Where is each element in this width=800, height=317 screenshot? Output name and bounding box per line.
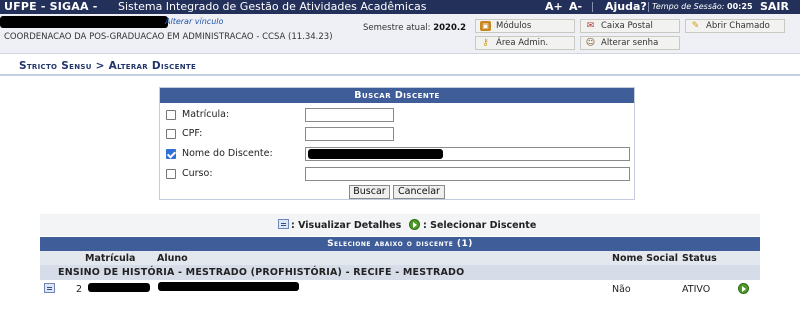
search-form-title: Buscar Discente bbox=[160, 88, 634, 103]
system-name: Sistema Integrado de Gestão de Atividade… bbox=[118, 0, 427, 13]
session-time: 00:25 bbox=[727, 2, 753, 11]
mailbox-icon: ✉ bbox=[586, 21, 595, 31]
cancelar-button[interactable]: Cancelar bbox=[393, 185, 445, 199]
coordination-unit: COORDENACAO DA POS-GRADUACAO EM ADMINIST… bbox=[4, 32, 333, 42]
course-group-row: ENSINO DE HISTÓRIA - MESTRADO (PROFHISTÓ… bbox=[40, 265, 760, 280]
user-key-icon: ☺ bbox=[585, 38, 596, 48]
semester-label: Semestre atual: bbox=[363, 23, 431, 33]
logout-button[interactable]: SAIR bbox=[760, 0, 789, 14]
current-semester: Semestre atual: 2020.2 bbox=[363, 23, 466, 33]
matricula-label: Matrícula: bbox=[182, 109, 230, 120]
user-info-band: Alterar vínculo COORDENACAO DA POS-GRADU… bbox=[0, 14, 800, 54]
redacted-student-name bbox=[158, 282, 299, 291]
modulos-label: Módulos bbox=[496, 21, 532, 31]
details-icon bbox=[44, 283, 55, 293]
abrir-chamado-button[interactable]: ✎ Abrir Chamado bbox=[685, 19, 785, 33]
session-timer: Tempo de Sessão: 00:25 bbox=[652, 0, 753, 14]
redacted-user-name bbox=[0, 16, 168, 28]
icon-legend: : Visualizar Detalhes : Selecionar Disce… bbox=[40, 214, 760, 236]
cpf-label: CPF: bbox=[182, 128, 203, 139]
help-link[interactable]: Ajuda? bbox=[605, 0, 647, 14]
nome-discente-label: Nome do Discente: bbox=[182, 148, 273, 159]
row-matricula-prefix: 2 bbox=[76, 284, 83, 295]
legend-selecionar-label: : Selecionar Discente bbox=[423, 220, 537, 231]
caixa-postal-label: Caixa Postal bbox=[601, 21, 653, 31]
search-form: Buscar Discente Matrícula: CPF: Nome do … bbox=[159, 87, 635, 200]
page-title-breadcrumb: Stricto Sensu > Alterar Discente bbox=[19, 60, 197, 72]
nome-discente-checkbox[interactable] bbox=[166, 149, 176, 159]
breadcrumb-divider bbox=[0, 74, 800, 76]
caixa-postal-button[interactable]: ✉ Caixa Postal bbox=[580, 19, 680, 33]
results-header-row: Matrícula Aluno Nome Social Status bbox=[40, 251, 760, 265]
table-row: 2 Não ATIVO bbox=[40, 280, 760, 297]
alterar-senha-label: Alterar senha bbox=[601, 38, 659, 48]
area-admin-label: Área Admin. bbox=[496, 38, 549, 48]
view-details-button[interactable] bbox=[44, 283, 57, 295]
row-status: ATIVO bbox=[682, 284, 711, 295]
abrir-chamado-label: Abrir Chamado bbox=[706, 21, 770, 31]
col-status: Status bbox=[682, 253, 717, 264]
alterar-vinculo-link[interactable]: Alterar vínculo bbox=[165, 17, 223, 26]
cpf-input[interactable] bbox=[305, 127, 394, 141]
results-table: Selecione abaixo o discente (1) Matrícul… bbox=[40, 237, 760, 297]
row-nome-social: Não bbox=[612, 284, 631, 295]
redacted-matricula bbox=[88, 283, 150, 292]
details-icon bbox=[278, 219, 289, 229]
select-arrow-icon bbox=[738, 283, 749, 294]
legend-detalhes: : Visualizar Detalhes bbox=[278, 219, 401, 231]
select-student-button[interactable] bbox=[738, 283, 752, 295]
cpf-checkbox[interactable] bbox=[166, 129, 176, 139]
matricula-input[interactable] bbox=[305, 108, 394, 122]
course-group-label: ENSINO DE HISTÓRIA - MESTRADO (PROFHISTÓ… bbox=[58, 267, 465, 278]
results-title: Selecione abaixo o discente (1) bbox=[40, 237, 760, 251]
legend-selecionar: : Selecionar Discente bbox=[409, 219, 536, 231]
nome-discente-input[interactable] bbox=[305, 147, 630, 161]
divider bbox=[648, 2, 649, 12]
alterar-senha-button[interactable]: ☺ Alterar senha bbox=[580, 36, 680, 50]
top-bar: UFPE - SIGAA - Sistema Integrado de Gest… bbox=[0, 0, 800, 14]
area-admin-button[interactable]: ⚷ Área Admin. bbox=[475, 36, 575, 50]
system-acronym: UFPE - SIGAA - bbox=[4, 0, 98, 13]
select-arrow-icon bbox=[409, 219, 420, 230]
session-label: Tempo de Sessão: bbox=[652, 2, 725, 11]
semester-value: 2020.2 bbox=[433, 23, 467, 33]
curso-label: Curso: bbox=[182, 168, 213, 179]
col-matricula: Matrícula bbox=[85, 253, 136, 264]
font-increase-button[interactable]: A+ bbox=[545, 0, 563, 14]
col-aluno: Aluno bbox=[157, 253, 188, 264]
legend-detalhes-label: : Visualizar Detalhes bbox=[291, 220, 402, 231]
modulos-button[interactable]: ▣ Módulos bbox=[475, 19, 575, 33]
curso-checkbox[interactable] bbox=[166, 169, 176, 179]
key-icon: ⚷ bbox=[482, 38, 489, 48]
buscar-button[interactable]: Buscar bbox=[349, 185, 390, 199]
cube-icon: ▣ bbox=[480, 21, 491, 31]
curso-input[interactable] bbox=[305, 167, 630, 181]
redacted-input-value bbox=[308, 149, 443, 159]
divider bbox=[592, 2, 593, 12]
megaphone-icon: ✎ bbox=[691, 21, 700, 31]
matricula-checkbox[interactable] bbox=[166, 110, 176, 120]
font-decrease-button[interactable]: A- bbox=[569, 0, 582, 14]
col-nome-social: Nome Social bbox=[612, 253, 679, 264]
